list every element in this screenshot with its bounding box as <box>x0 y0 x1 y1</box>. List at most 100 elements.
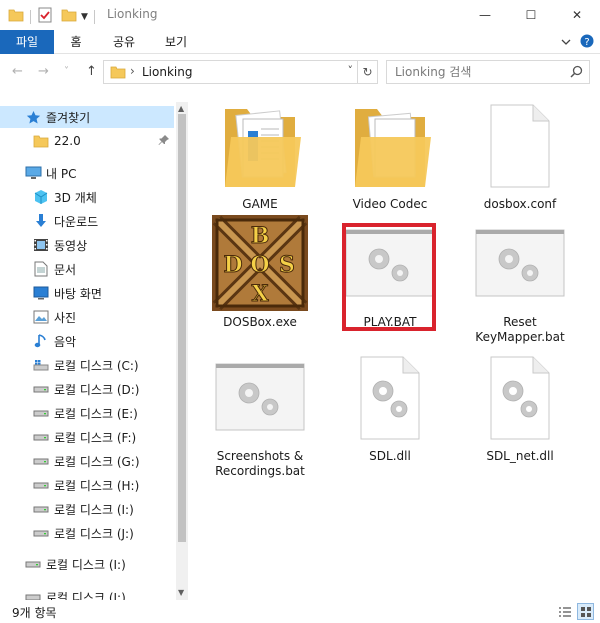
file-name: GAME <box>242 197 278 211</box>
up-button[interactable]: ↑ <box>86 64 97 79</box>
navigation-pane[interactable]: 즐겨찾기 22.0 내 PC 3D 개체 다운로드 동영상 문서 바탕 화면 사… <box>0 102 188 600</box>
tab-share[interactable]: 공유 <box>104 30 144 54</box>
refresh-button[interactable]: ↻ <box>358 60 378 84</box>
nav-label: 로컬 디스크 (I:) <box>46 590 126 601</box>
nav-item-downloads[interactable]: 다운로드 <box>0 210 174 232</box>
3d-objects-icon <box>32 189 50 205</box>
nav-label: 다운로드 <box>54 214 99 229</box>
address-row: ← → ˅ ↑ › Lionking ˅ ↻ <box>0 57 600 87</box>
nav-item-music[interactable]: 음악 <box>0 330 174 352</box>
download-icon <box>32 213 50 229</box>
separator <box>93 9 95 24</box>
blank-file-icon <box>465 95 575 195</box>
pin-icon[interactable] <box>158 134 170 149</box>
search-box[interactable] <box>386 60 590 84</box>
maximize-button[interactable]: ☐ <box>508 0 554 30</box>
window-title: Lionking <box>107 7 158 21</box>
tab-file[interactable]: 파일 <box>0 30 54 54</box>
new-folder-icon[interactable] <box>61 8 77 25</box>
back-button[interactable]: ← <box>12 64 23 79</box>
nav-item-drive-g[interactable]: 로컬 디스크 (G:) <box>0 450 174 472</box>
scrollbar-thumb[interactable] <box>178 114 186 542</box>
file-item[interactable]: SDL_net.dll <box>458 347 582 464</box>
folder-icon[interactable] <box>8 8 24 25</box>
video-icon <box>32 237 50 253</box>
nav-label: 3D 개체 <box>54 190 97 205</box>
nav-item-drive-j[interactable]: 로컬 디스크 (J:) <box>0 522 174 544</box>
close-button[interactable]: ✕ <box>554 0 600 30</box>
drive-icon <box>32 429 50 445</box>
nav-label: 로컬 디스크 (I:) <box>46 557 126 572</box>
status-bar: 9개 항목 <box>0 600 600 623</box>
nav-label: 내 PC <box>46 166 77 181</box>
nav-item-drive-c[interactable]: 로컬 디스크 (C:) <box>0 354 174 376</box>
nav-label: 로컬 디스크 (I:) <box>54 502 134 517</box>
desktop-icon <box>32 285 50 301</box>
nav-this-pc[interactable]: 내 PC <box>0 162 174 184</box>
file-item[interactable]: SDL.dll <box>328 347 452 464</box>
nav-quick-access[interactable]: 즐겨찾기 <box>0 106 174 128</box>
nav-label: 사진 <box>54 310 77 325</box>
search-icon <box>570 65 583 81</box>
scroll-down-icon[interactable]: ▼ <box>178 588 184 597</box>
title-bar: ▼ Lionking — ☐ ✕ <box>0 0 600 30</box>
minimize-button[interactable]: — <box>462 0 508 30</box>
tab-home[interactable]: 홈 <box>58 30 94 54</box>
file-item[interactable]: Video Codec <box>328 95 452 212</box>
file-item[interactable]: Reset KeyMapper.bat <box>458 213 582 345</box>
file-name: SDL.dll <box>369 449 411 463</box>
help-icon[interactable]: ? <box>580 34 594 51</box>
logo-letter: X <box>251 281 269 307</box>
file-name: DOSBox.exe <box>223 315 297 329</box>
dll-file-icon <box>465 347 575 447</box>
nav-item-pictures[interactable]: 사진 <box>0 306 174 328</box>
file-name: SDL_net.dll <box>486 449 554 463</box>
picture-icon <box>32 309 50 325</box>
properties-icon[interactable] <box>37 7 53 26</box>
file-view[interactable]: GAME Video Codec dosbox.conf B D O S X D… <box>196 95 600 600</box>
nav-item-drive-h[interactable]: 로컬 디스크 (H:) <box>0 474 174 496</box>
file-item[interactable]: B D O S X DOSBox.exe <box>198 213 322 330</box>
recent-locations-button[interactable]: ˅ <box>64 66 69 77</box>
details-view-icon[interactable] <box>556 603 573 620</box>
nav-item-videos[interactable]: 동영상 <box>0 234 174 256</box>
nav-scrollbar[interactable]: ▲ ▼ <box>176 102 188 600</box>
file-item[interactable]: GAME <box>198 95 322 212</box>
address-bar[interactable]: › Lionking ˅ <box>103 60 358 84</box>
ribbon-tabs: 파일 홈 공유 보기 ? <box>0 30 600 54</box>
nav-label: 로컬 디스크 (E:) <box>54 406 138 421</box>
nav-label: 로컬 디스크 (D:) <box>54 382 140 397</box>
nav-item-3d-objects[interactable]: 3D 개체 <box>0 186 174 208</box>
star-icon <box>24 109 42 125</box>
address-dropdown-button[interactable]: ˅ <box>348 64 354 77</box>
file-item[interactable]: Screenshots & Recordings.bat <box>198 347 322 479</box>
customize-dropdown-icon[interactable]: ▼ <box>81 12 88 22</box>
nav-item-drive-d[interactable]: 로컬 디스크 (D:) <box>0 378 174 400</box>
nav-item-22[interactable]: 22.0 <box>0 130 174 152</box>
large-icons-view-icon[interactable] <box>577 603 594 620</box>
nav-label: 바탕 화면 <box>54 286 102 301</box>
nav-item-drive-i-root-2[interactable]: 로컬 디스크 (I:) <box>0 586 174 600</box>
nav-item-documents[interactable]: 문서 <box>0 258 174 280</box>
pc-icon <box>24 165 42 181</box>
nav-label: 즐겨찾기 <box>46 110 91 125</box>
forward-button[interactable]: → <box>38 64 49 79</box>
file-name: Video Codec <box>352 197 428 211</box>
separator <box>30 9 31 24</box>
tab-view[interactable]: 보기 <box>156 30 196 54</box>
chevron-down-icon[interactable] <box>560 36 572 50</box>
file-item[interactable]: dosbox.conf <box>458 95 582 212</box>
drive-icon <box>32 501 50 517</box>
search-input[interactable] <box>395 64 565 80</box>
svg-text:?: ? <box>584 37 589 48</box>
nav-item-drive-i-root[interactable]: 로컬 디스크 (I:) <box>0 553 174 575</box>
nav-item-desktop[interactable]: 바탕 화면 <box>0 282 174 304</box>
nav-item-drive-i[interactable]: 로컬 디스크 (I:) <box>0 498 174 520</box>
drive-icon <box>32 405 50 421</box>
drive-icon <box>32 525 50 541</box>
nav-item-drive-e[interactable]: 로컬 디스크 (E:) <box>0 402 174 424</box>
scroll-up-icon[interactable]: ▲ <box>178 104 184 113</box>
breadcrumb-separator[interactable]: › <box>130 64 135 78</box>
nav-item-drive-f[interactable]: 로컬 디스크 (F:) <box>0 426 174 448</box>
breadcrumb-lionking[interactable]: Lionking <box>142 65 192 79</box>
